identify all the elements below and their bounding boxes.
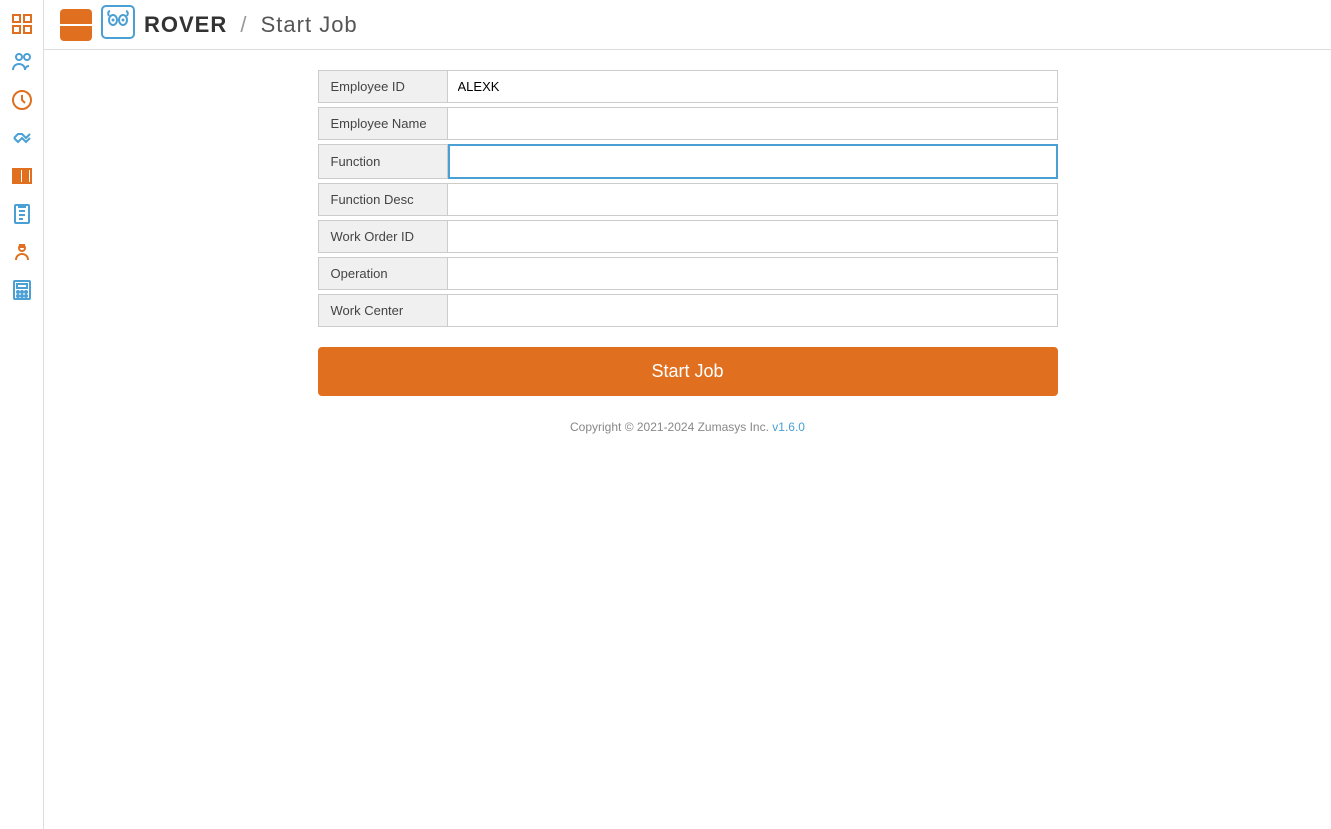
form-container: Employee ID Employee Name Function Funct… xyxy=(318,70,1058,434)
header: ROVER / Start Job xyxy=(44,0,1331,50)
start-job-button[interactable]: Start Job xyxy=(318,347,1058,396)
sidebar xyxy=(0,0,44,829)
sidebar-icon-clipboard[interactable] xyxy=(6,198,38,230)
menu-button[interactable] xyxy=(60,9,92,41)
operation-row: Operation xyxy=(318,257,1058,290)
employee-name-label: Employee Name xyxy=(318,107,448,140)
function-desc-label: Function Desc xyxy=(318,183,448,216)
footer-copyright: Copyright © 2021-2024 Zumasys Inc. xyxy=(570,420,769,434)
sidebar-icon-calculator[interactable] xyxy=(6,274,38,306)
function-label: Function xyxy=(318,144,448,179)
work-center-label: Work Center xyxy=(318,294,448,327)
content-area: Employee ID Employee Name Function Funct… xyxy=(44,50,1331,829)
sidebar-icon-handshake[interactable] xyxy=(6,122,38,154)
header-separator: / xyxy=(240,12,247,37)
page-title: Start Job xyxy=(261,12,358,37)
sidebar-icon-barcode[interactable] xyxy=(6,160,38,192)
work-center-row: Work Center xyxy=(318,294,1058,327)
sidebar-icon-clock[interactable] xyxy=(6,84,38,116)
footer-version[interactable]: v1.6.0 xyxy=(772,420,805,434)
work-order-id-row: Work Order ID xyxy=(318,220,1058,253)
brand-name: ROVER xyxy=(144,12,227,37)
header-title: ROVER / Start Job xyxy=(144,12,358,38)
main-area: ROVER / Start Job Employee ID Employee N… xyxy=(44,0,1331,829)
operation-label: Operation xyxy=(318,257,448,290)
footer: Copyright © 2021-2024 Zumasys Inc. v1.6.… xyxy=(318,420,1058,434)
employee-id-label: Employee ID xyxy=(318,70,448,103)
work-center-input[interactable] xyxy=(448,294,1058,327)
employee-id-row: Employee ID xyxy=(318,70,1058,103)
employee-id-input[interactable] xyxy=(448,70,1058,103)
logo-icon xyxy=(100,4,136,45)
sidebar-icon-grid[interactable] xyxy=(6,8,38,40)
sidebar-icon-people[interactable] xyxy=(6,46,38,78)
function-input[interactable] xyxy=(448,144,1058,179)
function-row: Function xyxy=(318,144,1058,179)
function-desc-row: Function Desc xyxy=(318,183,1058,216)
operation-input[interactable] xyxy=(448,257,1058,290)
employee-name-input[interactable] xyxy=(448,107,1058,140)
sidebar-icon-engineer[interactable] xyxy=(6,236,38,268)
work-order-id-input[interactable] xyxy=(448,220,1058,253)
work-order-id-label: Work Order ID xyxy=(318,220,448,253)
employee-name-row: Employee Name xyxy=(318,107,1058,140)
function-desc-input[interactable] xyxy=(448,183,1058,216)
